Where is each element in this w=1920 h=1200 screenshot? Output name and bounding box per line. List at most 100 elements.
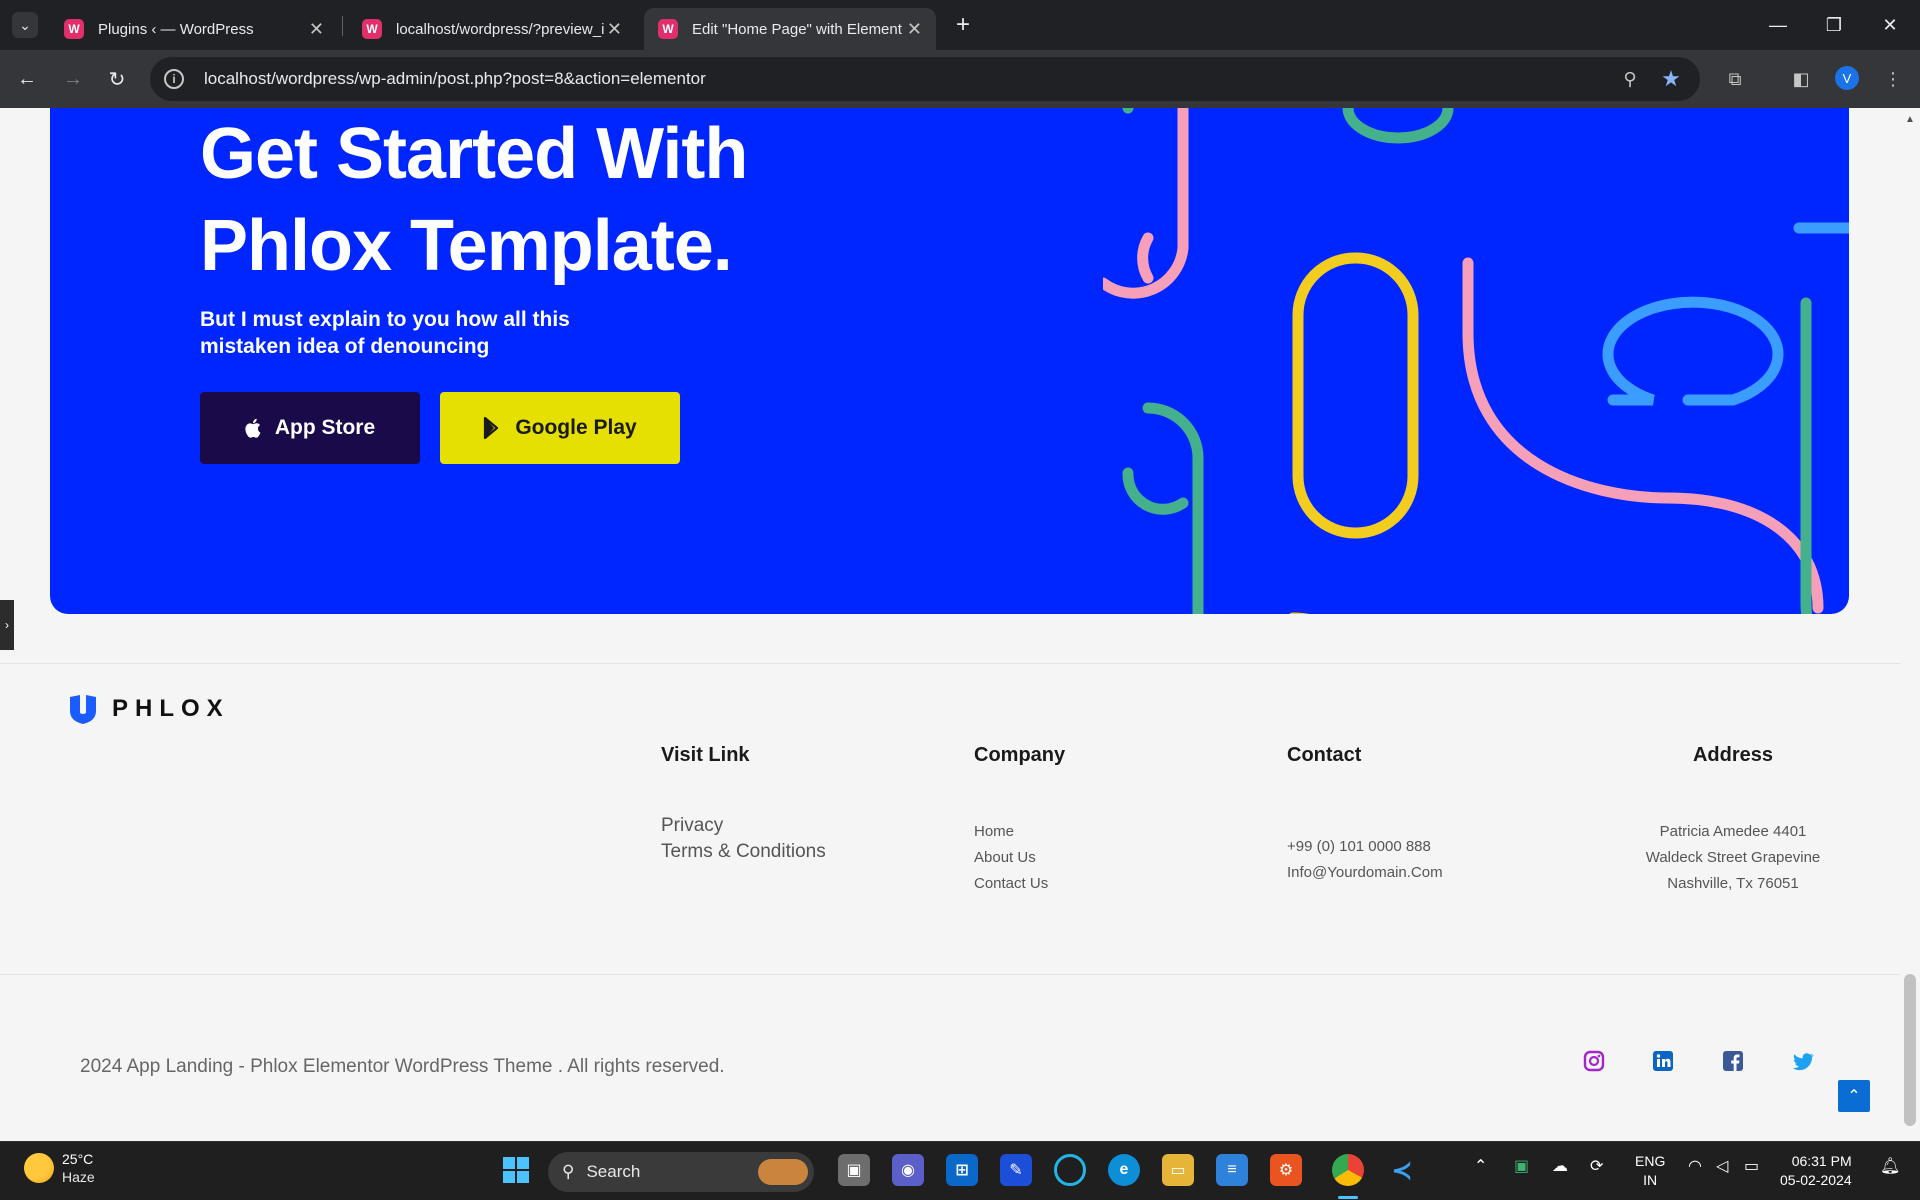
edge-browser-icon[interactable]: e (1108, 1154, 1140, 1186)
copyright-text: 2024 App Landing - Phlox Elementor WordP… (80, 1056, 725, 1077)
footer-divider (0, 663, 1900, 664)
google-play-icon (484, 417, 499, 439)
onedrive-cloud-icon[interactable]: ☁ (1552, 1156, 1568, 1176)
battery-icon[interactable]: ▭ (1744, 1156, 1759, 1176)
reload-button[interactable]: ↻ (100, 62, 134, 96)
company-heading: Company (974, 744, 1066, 766)
close-window-button[interactable]: ✕ (1862, 8, 1918, 42)
sun-haze-icon (24, 1153, 54, 1183)
forward-button[interactable]: → (56, 62, 90, 96)
contact-us-link[interactable]: Contact Us (974, 871, 1065, 897)
windows-start-icon[interactable] (500, 1154, 532, 1186)
notepad-icon[interactable]: ≡ (1216, 1154, 1248, 1186)
tab-elementor-editor[interactable]: W Edit "Home Page" with Element ✕ (644, 8, 936, 50)
address-line-3: Nashville, Tx 76051 (1667, 875, 1799, 892)
twitter-icon[interactable] (1792, 1050, 1814, 1072)
microsoft-store-icon[interactable]: ⊞ (946, 1154, 978, 1186)
google-play-button[interactable]: Google Play (440, 392, 680, 464)
contact-phone: +99 (0) 101 0000 888 (1287, 838, 1431, 855)
url-text[interactable]: localhost/wordpress/wp-admin/post.php?po… (204, 69, 706, 89)
task-view-icon[interactable]: ▣ (838, 1154, 870, 1186)
system-clock[interactable]: 06:31 PM 05-02-2024 (1780, 1152, 1852, 1190)
logo-wordmark: PHLOX (112, 695, 230, 722)
minimize-window-button[interactable]: — (1750, 8, 1806, 42)
taskbar-search[interactable]: ⚲ Search (548, 1152, 814, 1192)
apple-icon (245, 418, 261, 438)
close-tab-icon[interactable]: ✕ (309, 19, 324, 40)
facebook-icon[interactable] (1722, 1050, 1744, 1072)
tray-app-icon[interactable]: ▣ (1514, 1156, 1529, 1176)
zoom-icon[interactable]: ⚲ (1617, 66, 1643, 92)
elementor-panel-toggle[interactable]: › (0, 600, 14, 650)
volume-icon[interactable]: ◁ (1716, 1156, 1728, 1176)
cortana-icon[interactable] (1054, 1154, 1086, 1186)
browser-tab-strip: ⌄ W Plugins ‹ — WordPress ✕ W localhost/… (0, 0, 1920, 50)
terms-link[interactable]: Terms & Conditions (661, 839, 826, 865)
scroll-to-top-button[interactable]: ⌃ (1838, 1080, 1870, 1112)
phlox-logo-icon (70, 695, 96, 724)
home-link[interactable]: Home (974, 819, 1065, 845)
visit-link-heading: Visit Link (661, 744, 750, 766)
page-viewport: Get Started With Phlox Template. But I m… (0, 108, 1920, 1141)
tab-divider (342, 16, 343, 36)
profile-avatar[interactable]: V (1835, 66, 1859, 90)
active-app-indicator (1338, 1196, 1358, 1199)
app-store-button[interactable]: App Store (200, 392, 420, 464)
taskbar-search-label: Search (586, 1162, 641, 1181)
footer-col-contact: Contact +99 (0) 101 0000 888 Info@Yourdo… (1287, 744, 1443, 886)
hero-subtitle: But I must explain to you how all this m… (200, 308, 570, 358)
notification-bell-icon[interactable]: 🔔︎ (1880, 1156, 1900, 1176)
app-store-label: App Store (274, 416, 376, 439)
tab-title: localhost/wordpress/?preview_i (396, 20, 605, 38)
file-explorer-icon[interactable]: ▭ (1162, 1154, 1194, 1186)
tab-title: Edit "Home Page" with Element (692, 20, 902, 38)
browser-toolbar: ← → ↻ i localhost/wordpress/wp-admin/pos… (0, 50, 1920, 108)
contact-heading: Contact (1287, 744, 1362, 766)
instagram-icon[interactable] (1583, 1050, 1605, 1072)
restore-window-button[interactable]: ❐ (1806, 8, 1862, 42)
linkedin-icon[interactable] (1652, 1050, 1674, 1072)
ubuntu-icon[interactable]: ⚙ (1270, 1154, 1302, 1186)
teams-meet-icon[interactable]: ◉ (892, 1154, 924, 1186)
tab-preview[interactable]: W localhost/wordpress/?preview_i ✕ (348, 8, 636, 50)
footer-bottom-divider (0, 974, 1900, 975)
tab-search-chevron-icon[interactable]: ⌄ (12, 12, 38, 38)
scroll-up-arrow-icon[interactable]: ▲ (1904, 114, 1916, 126)
app-pinned-icon[interactable]: ✎ (1000, 1154, 1032, 1186)
extensions-puzzle-icon[interactable]: ⧉ (1720, 64, 1750, 94)
browser-menu-icon[interactable]: ⋮ (1878, 64, 1908, 94)
sync-icon[interactable]: ⟳ (1590, 1156, 1603, 1176)
address-heading: Address (1692, 744, 1774, 766)
address-line-1: Patricia Amedee 4401 (1659, 823, 1807, 840)
clock-date: 05-02-2024 (1780, 1172, 1852, 1188)
chrome-icon[interactable] (1332, 1154, 1364, 1186)
language-indicator[interactable]: ENG IN (1635, 1152, 1665, 1190)
tab-plugins[interactable]: W Plugins ‹ — WordPress ✕ (50, 8, 338, 50)
footer-logo[interactable]: PHLOX (68, 693, 230, 725)
windows-taskbar: 25°C Haze ⚲ Search ▣ ◉ ⊞ ✎ e ▭ ≡ ⚙ ≺ ⌃ ▣… (0, 1141, 1920, 1200)
wordpress-favicon-icon: W (362, 19, 382, 39)
region-code: IN (1643, 1172, 1658, 1188)
about-us-link[interactable]: About Us (974, 845, 1065, 871)
footer-col-company: Company Home About Us Contact Us (974, 744, 1065, 897)
side-panel-icon[interactable]: ◧ (1786, 64, 1816, 94)
scrollbar-thumb[interactable] (1904, 974, 1916, 1126)
language-code: ENG (1635, 1153, 1666, 1169)
privacy-link[interactable]: Privacy (661, 813, 826, 839)
new-tab-button[interactable]: + (948, 10, 978, 40)
footer-col-address: Address Patricia Amedee 4401 Waldeck Str… (1620, 744, 1846, 897)
show-hidden-icons-chevron-icon[interactable]: ⌃ (1474, 1156, 1487, 1176)
clock-time: 06:31 PM (1791, 1153, 1852, 1169)
wifi-icon[interactable]: ◠ (1688, 1156, 1702, 1176)
close-tab-icon[interactable]: ✕ (607, 19, 622, 40)
back-button[interactable]: ← (10, 62, 44, 96)
cta-hero-section: Get Started With Phlox Template. But I m… (50, 108, 1849, 614)
google-play-label: Google Play (515, 416, 637, 439)
close-tab-icon[interactable]: ✕ (907, 19, 922, 40)
bookmark-star-icon[interactable]: ★ (1658, 66, 1684, 92)
search-highlight-image-icon (758, 1159, 808, 1185)
address-bar[interactable]: i localhost/wordpress/wp-admin/post.php?… (150, 57, 1700, 101)
weather-widget[interactable]: 25°C Haze (24, 1150, 95, 1186)
site-info-icon[interactable]: i (164, 69, 184, 89)
vscode-icon[interactable]: ≺ (1386, 1154, 1418, 1186)
